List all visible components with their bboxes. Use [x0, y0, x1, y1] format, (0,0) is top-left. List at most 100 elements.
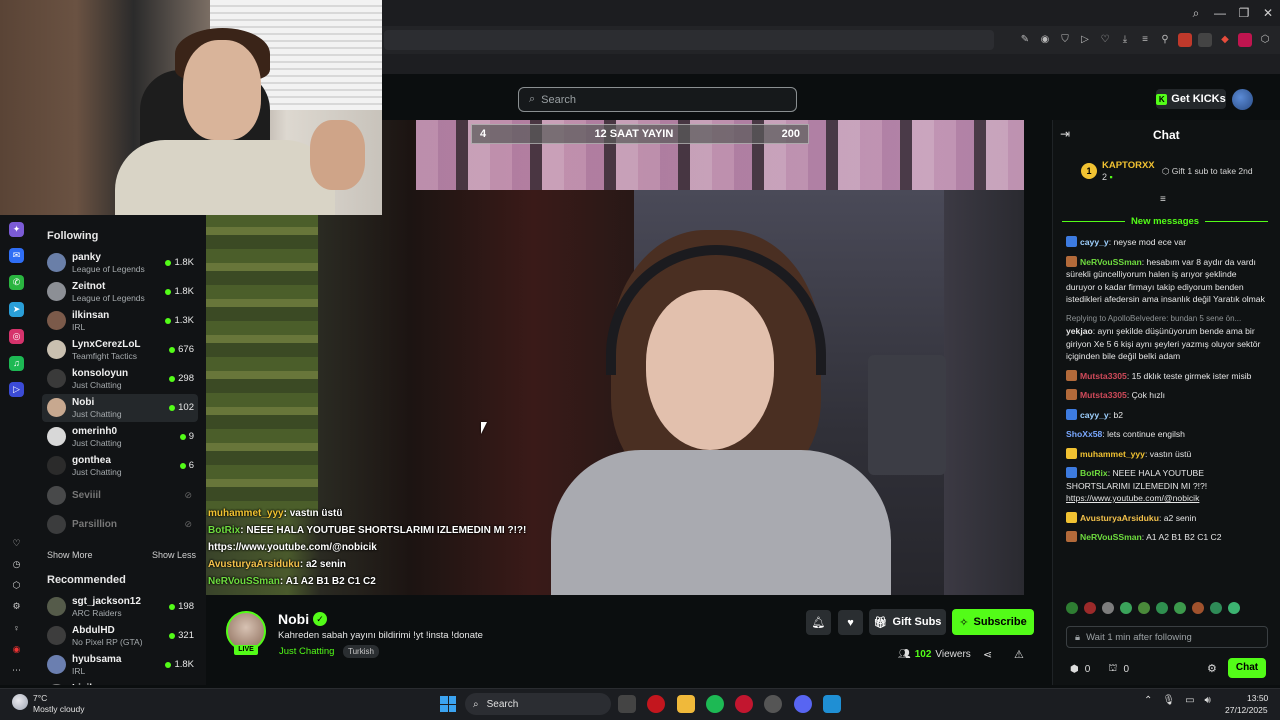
browser-search-icon[interactable]: ⌕ — [1184, 6, 1208, 21]
weather-description[interactable]: Mostly cloudy — [33, 704, 85, 714]
sidebar-channel-item[interactable]: sgt_jackson12 ARC Raiders 198 — [42, 593, 198, 621]
sidebar-channel-item[interactable]: Nobi Just Chatting 102 — [42, 394, 198, 422]
clock-date[interactable]: 27/12/2025 — [1225, 705, 1268, 715]
emote-icon[interactable] — [1174, 602, 1186, 614]
emote-icon[interactable] — [1156, 602, 1168, 614]
menu-icon[interactable]: ≡ — [1138, 33, 1152, 47]
spotify-icon[interactable]: ♫ — [9, 356, 24, 371]
chat-username[interactable]: cayy_y — [1080, 410, 1109, 420]
sidebar-channel-item[interactable]: Zeitnot League of Legends 1.8K — [42, 278, 198, 306]
emote-icon[interactable] — [1084, 602, 1096, 614]
sidebar-channel-item[interactable]: Seviiil ⊘ — [42, 482, 198, 510]
chat-message[interactable]: ShoXx58: lets continue engilsh — [1066, 428, 1266, 441]
opera-icon[interactable]: ◉ — [9, 642, 24, 657]
restore-icon[interactable]: ❐ — [1232, 6, 1256, 20]
show-less-button[interactable]: Show Less — [152, 550, 196, 560]
aria-icon[interactable]: ✦ — [9, 222, 24, 237]
profile-icon[interactable]: ⚲ — [1158, 33, 1172, 47]
discord-icon[interactable] — [794, 695, 812, 713]
emote-icon[interactable] — [1102, 602, 1114, 614]
chat-username[interactable]: muhammet_yyy — [1080, 449, 1145, 459]
box-icon[interactable]: ⬡ — [9, 578, 24, 593]
language-tag[interactable]: Turkish — [343, 645, 379, 658]
more-icon[interactable]: ⋯ — [9, 663, 24, 678]
heart-icon[interactable]: ♡ — [1098, 33, 1112, 47]
minimize-icon[interactable]: — — [1208, 6, 1232, 20]
get-kicks-button[interactable]: K Get KICKs — [1156, 89, 1226, 109]
chat-message[interactable]: muhammet_yyy: vastın üstü — [1066, 447, 1266, 461]
sidebar-channel-item[interactable]: gonthea Just Chatting 6 — [42, 452, 198, 480]
category-link[interactable]: Just Chatting — [279, 646, 334, 657]
chat-message[interactable]: AvusturyaArsiduku: a2 senin — [1066, 511, 1266, 525]
sidebar-channel-item[interactable]: AbdulHD No Pixel RP (GTA) 321 — [42, 622, 198, 650]
subscribe-button[interactable]: ✧ Subscribe — [952, 609, 1034, 635]
whatsapp-icon[interactable]: ✆ — [9, 275, 24, 290]
history-icon[interactable]: ◷ — [9, 557, 24, 572]
chat-username[interactable]: yekjao — [1066, 326, 1093, 336]
instagram-icon[interactable]: ◎ — [9, 329, 24, 344]
chat-message[interactable]: NeRVouSSman: hesabım var 8 aydır da vard… — [1066, 255, 1266, 306]
filter-icon[interactable]: ≡ — [1160, 194, 1166, 205]
emote-icon[interactable] — [1138, 602, 1150, 614]
chat-username[interactable]: cayy_y — [1080, 237, 1109, 247]
reply-context[interactable]: Replying to ApolloBelvedere: bundan 5 se… — [1066, 313, 1266, 326]
gift-subs-button[interactable]: 🎁︎ Gift Subs — [869, 609, 946, 635]
report-icon[interactable]: ⚠ — [1014, 648, 1024, 661]
emote-icon[interactable] — [1066, 602, 1078, 614]
chat-input[interactable]: 🔒︎ Wait 1 min after following — [1066, 626, 1268, 648]
volume-icon[interactable]: 🔊︎ — [1205, 695, 1211, 706]
download-icon[interactable]: ⤓ — [1118, 33, 1132, 47]
task-view-icon[interactable] — [618, 695, 636, 713]
notepad-icon[interactable] — [823, 695, 841, 713]
collapse-chat-icon[interactable]: ⇥ — [1060, 127, 1070, 141]
clock-time[interactable]: 13:50 — [1247, 693, 1268, 703]
extension-dark-icon[interactable] — [1198, 33, 1212, 47]
chat-username[interactable]: Mutsta3305 — [1080, 390, 1127, 400]
messenger-icon[interactable]: ✉ — [9, 248, 24, 263]
search-input[interactable]: ⌕ Search — [518, 87, 797, 112]
chat-message[interactable]: cayy_y: b2 — [1066, 408, 1266, 422]
kicks-icon[interactable]: ⬢ — [1070, 664, 1079, 675]
player-icon[interactable]: ▷ — [9, 382, 24, 397]
sidebar-channel-item[interactable]: panky League of Legends 1.8K — [42, 249, 198, 277]
sidebar-channel-item[interactable]: Parsillion ⊘ — [42, 511, 198, 539]
user-avatar[interactable] — [1232, 89, 1253, 110]
sidebar-channel-item[interactable]: Lisihum20 — [42, 680, 198, 685]
extension-tag-icon[interactable]: ◆ — [1218, 33, 1232, 47]
emote-icon[interactable] — [1228, 602, 1240, 614]
taskbar-search[interactable]: ⌕ Search — [465, 693, 611, 715]
ublock-icon[interactable] — [1238, 33, 1252, 47]
chat-link[interactable]: https://www.youtube.com/@nobicik — [1066, 493, 1199, 503]
chat-username[interactable]: NeRVouSSman — [1080, 532, 1142, 542]
chat-message[interactable]: cayy_y: neyse mod ece var — [1066, 236, 1266, 249]
network-icon[interactable]: ▭ — [1185, 695, 1194, 706]
opera-gx-icon[interactable] — [647, 695, 665, 713]
favorites-icon[interactable]: ♡ — [9, 536, 24, 551]
emote-icon[interactable] — [1210, 602, 1222, 614]
windows-start-icon[interactable] — [440, 696, 456, 712]
chat-send-button[interactable]: Chat — [1228, 658, 1266, 678]
chat-message[interactable]: Mutsta3305: Çok hızlı — [1066, 389, 1266, 402]
extension-red-icon[interactable] — [1178, 33, 1192, 47]
chat-username[interactable]: NeRVouSSman — [1080, 257, 1142, 267]
chat-settings-icon[interactable]: ⚙ — [1207, 662, 1217, 675]
pinned-gift-prompt[interactable]: ⬡ Gift 1 sub to take 2nd — [1162, 166, 1253, 177]
weather-icon[interactable] — [12, 694, 28, 710]
emote-icon[interactable] — [1120, 602, 1132, 614]
new-messages-divider[interactable]: New messages — [1062, 216, 1268, 227]
play-icon[interactable]: ▷ — [1078, 33, 1092, 47]
streamer-name[interactable]: Nobi — [278, 611, 309, 627]
notification-button[interactable]: 🔔︎ — [806, 610, 831, 635]
weather-temperature[interactable]: 7°C — [33, 693, 47, 703]
chat-username[interactable]: Mutsta3305 — [1080, 371, 1127, 381]
telegram-icon[interactable]: ➤ — [9, 302, 24, 317]
chat-username[interactable]: BotRix — [1080, 468, 1108, 478]
sidebar-channel-item[interactable]: hyubsama IRL 1.8K — [42, 651, 198, 679]
sidebar-channel-item[interactable]: LynxCerezLoL Teamfight Tactics 676 — [42, 336, 198, 364]
chat-username[interactable]: AvusturyaArsiduku — [1080, 513, 1159, 523]
chat-username[interactable]: ShoXx58 — [1066, 429, 1102, 439]
opera-icon[interactable] — [735, 695, 753, 713]
chevron-up-icon[interactable]: ⌃ — [1144, 695, 1152, 706]
chat-message[interactable]: Replying to ApolloBelvedere: bundan 5 se… — [1066, 313, 1266, 363]
share-icon[interactable]: ⋖ — [983, 648, 992, 661]
